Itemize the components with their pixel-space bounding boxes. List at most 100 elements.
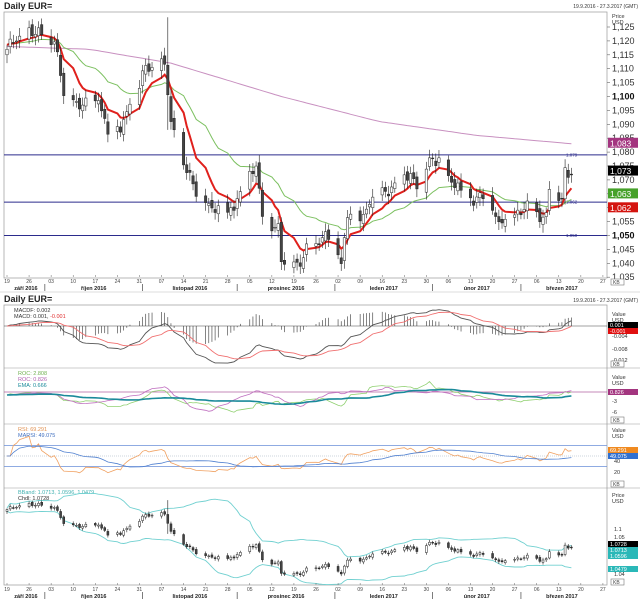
- x-tick-label: 03: [48, 587, 54, 593]
- x-tick-label: 20: [578, 587, 584, 593]
- candle-body: [428, 157, 431, 167]
- x-tick-label: 13: [468, 279, 474, 285]
- candle-body: [235, 198, 239, 209]
- panel-options-label: KB: [613, 482, 620, 488]
- candle-body: [380, 187, 384, 196]
- month-label: říjen 2016: [81, 286, 106, 292]
- candle-body: [541, 216, 545, 225]
- candle-body: [71, 523, 75, 526]
- candle-body: [519, 212, 523, 216]
- candle-body: [125, 528, 129, 530]
- x-tick-label: 26: [313, 279, 319, 285]
- bband-value-label: 1.0596: [610, 554, 627, 560]
- candle-body: [238, 191, 242, 203]
- candle-body: [119, 126, 122, 133]
- x-tick-label: 27: [512, 587, 518, 593]
- x-tick-label: 20: [490, 587, 496, 593]
- price-tick-label: 1,080: [612, 147, 635, 157]
- price-tick-label: 1,055: [612, 217, 635, 227]
- candle-body: [160, 58, 163, 71]
- price-tick-label: 1,100: [612, 92, 635, 102]
- candle-body: [248, 170, 252, 190]
- candle-body: [106, 531, 110, 536]
- candle-body: [365, 557, 368, 560]
- candle-body: [182, 132, 186, 166]
- candle-body: [137, 88, 141, 105]
- price-tick-label: 1,105: [612, 78, 635, 88]
- candle-body: [339, 571, 343, 575]
- x-tick-label: 12: [269, 279, 275, 285]
- candle-body: [204, 195, 208, 203]
- candle-body: [301, 257, 305, 269]
- x-tick-label: 26: [26, 587, 32, 593]
- candle-body: [368, 204, 372, 208]
- candle-body: [566, 545, 570, 549]
- x-tick-label: 27: [600, 279, 606, 285]
- x-tick-label: 05: [247, 279, 253, 285]
- x-tick-label: 16: [379, 587, 385, 593]
- bband-panel: 1.11.051.041.07281.07131.05961.0479KB: [5, 492, 638, 586]
- candle-body: [409, 546, 412, 551]
- macd-axis-unit: USD: [612, 318, 624, 324]
- candle-body: [49, 37, 53, 45]
- candle-body: [349, 558, 352, 561]
- candle-body: [93, 94, 97, 102]
- candle-body: [516, 209, 520, 215]
- candle-body: [27, 27, 31, 40]
- candle-body: [40, 502, 43, 506]
- candle-body: [295, 572, 299, 574]
- candle-body: [494, 558, 497, 561]
- candle-body: [343, 565, 346, 574]
- bband-tick-label: 1.05: [614, 535, 625, 541]
- candle-body: [188, 545, 192, 548]
- candle-body: [390, 550, 393, 553]
- candle-body: [522, 209, 526, 212]
- candle-body: [447, 542, 450, 548]
- candle-body: [321, 565, 324, 568]
- month-label: březen 2017: [546, 594, 578, 600]
- value-box-label: 1,062: [610, 203, 632, 213]
- candle-body: [437, 157, 441, 163]
- candle-body: [456, 182, 460, 192]
- candle-body: [428, 541, 431, 546]
- candle-body: [251, 545, 255, 548]
- candle-body: [336, 238, 340, 256]
- candle-body: [232, 206, 236, 211]
- candle-body: [185, 164, 189, 173]
- candle-body: [320, 237, 324, 243]
- chart-canvas: Daily EUR= 19.9.2016 - 27.3.2017 (GMT) P…: [0, 1, 640, 600]
- candle-body: [538, 208, 542, 222]
- candle-body: [138, 521, 141, 527]
- candle-body: [563, 544, 567, 555]
- candle-body: [185, 544, 188, 547]
- signal-value-label: -0.001: [610, 329, 626, 335]
- candle-body: [106, 121, 110, 135]
- candle-body: [481, 553, 485, 555]
- candle-body: [371, 553, 374, 558]
- candle-body: [406, 546, 409, 550]
- roc-tick-label: -6: [612, 410, 617, 416]
- candle-body: [459, 181, 463, 191]
- candle-body: [254, 165, 258, 177]
- macd-tick-label: -0.008: [612, 347, 628, 353]
- candle-body: [566, 170, 570, 178]
- candle-body: [469, 188, 472, 199]
- macd-label: MACD: 0.001, -0.001: [14, 314, 66, 320]
- candle-body: [519, 558, 523, 560]
- candle-body: [144, 514, 147, 518]
- candle-body: [276, 561, 280, 565]
- rsi-tick-label: 20: [614, 470, 620, 476]
- bband-upper-line: [6, 492, 572, 558]
- candle-body: [425, 545, 428, 553]
- candle-body: [557, 192, 561, 201]
- candle-body: [235, 554, 239, 558]
- candle-body: [166, 64, 170, 96]
- x-tick-label: 13: [556, 279, 562, 285]
- candle-body: [491, 553, 494, 559]
- x-tick-label: 27: [600, 587, 606, 593]
- price-tick-label: 1,050: [612, 231, 635, 241]
- month-label: únor 2017: [464, 594, 490, 600]
- panel-options-label: KB: [613, 280, 620, 286]
- candle-body: [59, 54, 63, 76]
- candle-body: [163, 511, 166, 515]
